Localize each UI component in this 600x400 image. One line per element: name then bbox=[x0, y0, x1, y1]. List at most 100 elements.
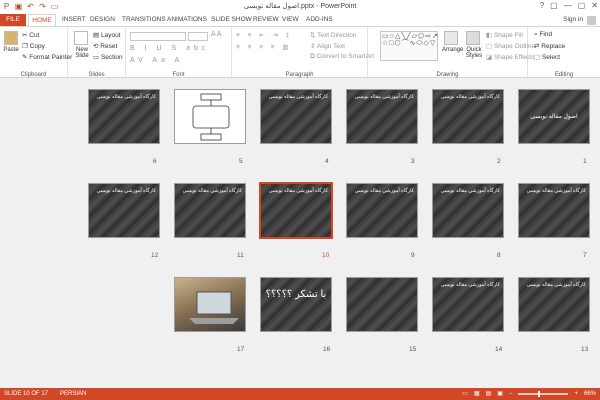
font-group: A A B I U S abc AV Aa A Font bbox=[126, 27, 232, 79]
tab-insert[interactable]: INSERT bbox=[62, 14, 86, 26]
help-icon[interactable]: ? bbox=[540, 1, 544, 10]
slide-thumbnail-7[interactable]: کارگاه آموزشی مقاله نویسی bbox=[518, 183, 590, 238]
font-style-buttons[interactable]: B I U S abc bbox=[130, 45, 209, 52]
align-text-label: Align Text bbox=[316, 43, 345, 50]
slide-thumbnail-9[interactable]: کارگاه آموزشی مقاله نویسی bbox=[346, 183, 418, 238]
slide-thumbnail-14[interactable]: کارگاه آموزشی مقاله نویسی bbox=[432, 277, 504, 332]
slide-sorter-view: اصول مقاله نویسی 1 کارگاه آموزشی مقاله ن… bbox=[0, 79, 600, 388]
language-indicator[interactable]: PERSIAN bbox=[60, 391, 86, 397]
slide-thumbnail-1[interactable]: اصول مقاله نویسی bbox=[518, 89, 590, 144]
shapes-gallery[interactable]: ▭○△╲╱▱⬠⇨↗{}☆□⬡⌒∿⬭◇▽⊏⊐⊓⊔ bbox=[380, 31, 438, 61]
close-button[interactable]: ✕ bbox=[591, 1, 598, 10]
reading-view-icon[interactable]: ▤ bbox=[486, 390, 492, 397]
account-area: Sign in bbox=[563, 14, 596, 26]
slide-title: کارگاه آموزشی مقاله نویسی bbox=[354, 94, 414, 100]
tab-view[interactable]: VIEW bbox=[282, 14, 299, 26]
slide-number: 12 bbox=[151, 252, 159, 259]
paste-button[interactable]: Paste bbox=[3, 31, 19, 53]
slide-sorter-view-icon[interactable]: ▦ bbox=[474, 390, 480, 397]
find-button[interactable]: ⌕ Find bbox=[534, 31, 552, 39]
zoom-slider[interactable] bbox=[518, 390, 569, 397]
maximize-button[interactable]: ▢ bbox=[578, 1, 586, 10]
slide-thumbnail-15[interactable] bbox=[346, 277, 418, 332]
slide-number: 6 bbox=[153, 158, 157, 165]
slide-number: 7 bbox=[583, 252, 587, 259]
convert-smartart-button[interactable]: ⧉ Convert to SmartArt bbox=[310, 53, 374, 61]
tab-file[interactable]: FILE bbox=[0, 14, 26, 26]
replace-button[interactable]: ⇄ Replace bbox=[534, 42, 565, 50]
slide-thumbnail-16[interactable]: با تشکر ؟؟؟؟؟ bbox=[260, 277, 332, 332]
slide-number-selected: 10 bbox=[322, 252, 330, 259]
list-buttons[interactable]: ≡ ≡ ⇤ ⇥ ‡ bbox=[236, 31, 292, 39]
text-direction-button[interactable]: ⇅ Text Direction bbox=[310, 31, 357, 39]
slide-thumbnail-11[interactable]: کارگاه آموزشی مقاله نویسی bbox=[174, 183, 246, 238]
cut-button[interactable]: ✂ Cut bbox=[22, 31, 39, 39]
tab-slide-show[interactable]: SLIDE SHOW bbox=[211, 14, 252, 26]
new-slide-button[interactable]: New Slide bbox=[72, 31, 90, 59]
tab-home[interactable]: HOME bbox=[28, 14, 56, 26]
slide-thumbnail-17[interactable] bbox=[174, 277, 246, 332]
find-icon: ⌕ bbox=[534, 31, 538, 38]
text-direction-icon: ⇅ bbox=[310, 32, 316, 39]
reset-button[interactable]: ⟲ Reset bbox=[93, 42, 117, 50]
zoom-out-button[interactable]: − bbox=[509, 391, 513, 397]
slide-title: کارگاه آموزشی مقاله نویسی bbox=[440, 188, 500, 194]
replace-label: Replace bbox=[541, 43, 566, 50]
layout-icon: ▤ bbox=[93, 32, 100, 39]
slide-number: 17 bbox=[237, 346, 245, 353]
zoom-level[interactable]: 66% bbox=[584, 391, 596, 397]
cut-label: Cut bbox=[29, 32, 40, 39]
shape-fill-button[interactable]: ◧ Shape Fill bbox=[486, 31, 523, 39]
normal-view-icon[interactable]: ▭ bbox=[462, 390, 468, 397]
sign-in-link[interactable]: Sign in bbox=[563, 14, 583, 26]
select-button[interactable]: ⬚ Select bbox=[534, 53, 560, 61]
slideshow-view-icon[interactable]: ▣ bbox=[497, 390, 503, 397]
editing-group: ⌕ Find ⇄ Replace ⬚ Select Editing bbox=[528, 27, 600, 79]
slide-thumbnail-13[interactable]: کارگاه آموزشی مقاله نویسی bbox=[518, 277, 590, 332]
slide-title: کارگاه آموزشی مقاله نویسی bbox=[268, 94, 328, 100]
tab-transitions[interactable]: TRANSITIONS bbox=[122, 14, 166, 26]
select-icon: ⬚ bbox=[534, 54, 541, 61]
tab-review[interactable]: REVIEW bbox=[253, 14, 279, 26]
arrange-button[interactable]: Arrange bbox=[442, 31, 463, 53]
minimize-button[interactable]: — bbox=[564, 1, 572, 10]
align-buttons[interactable]: ≡ ≡ ≡ ≡ ▥ bbox=[236, 43, 292, 51]
slide-thumbnail-5[interactable] bbox=[174, 89, 246, 144]
clipboard-group: Paste ✂ Cut ❐ Copy ✎ Format Painter Clip… bbox=[0, 27, 72, 79]
flowchart-diagram bbox=[192, 93, 230, 141]
slide-thumbnail-12[interactable]: کارگاه آموزشی مقاله نویسی bbox=[88, 183, 160, 238]
font-name-input[interactable] bbox=[130, 32, 186, 41]
layout-button[interactable]: ▤ Layout bbox=[93, 31, 121, 39]
slide-title: کارگاه آموزشی مقاله نویسی bbox=[440, 94, 500, 100]
layout-label: Layout bbox=[100, 32, 121, 39]
tab-add-ins[interactable]: ADD-INS bbox=[306, 14, 333, 26]
slide-thumbnail-8[interactable]: کارگاه آموزشی مقاله نویسی bbox=[432, 183, 504, 238]
format-painter-button[interactable]: ✎ Format Painter bbox=[22, 53, 72, 61]
copy-button[interactable]: ❐ Copy bbox=[22, 42, 45, 50]
zoom-in-button[interactable]: + bbox=[574, 391, 578, 397]
section-button[interactable]: ▭ Section bbox=[93, 53, 123, 61]
find-label: Find bbox=[539, 31, 553, 38]
grow-font-icon[interactable]: A A bbox=[211, 31, 222, 38]
smartart-icon: ⧉ bbox=[310, 53, 315, 60]
ribbon-tabs: FILE HOME INSERT DESIGN TRANSITIONS ANIM… bbox=[0, 14, 600, 26]
tab-animations[interactable]: ANIMATIONS bbox=[167, 14, 207, 26]
zoom-slider-thumb[interactable] bbox=[538, 390, 541, 397]
avatar[interactable] bbox=[587, 15, 596, 25]
tab-design[interactable]: DESIGN bbox=[90, 14, 115, 26]
slide-thumbnail-2[interactable]: کارگاه آموزشی مقاله نویسی bbox=[432, 89, 504, 144]
slide-thumbnail-3[interactable]: کارگاه آموزشی مقاله نویسی bbox=[346, 89, 418, 144]
align-text-button[interactable]: ⇕ Align Text bbox=[310, 42, 345, 50]
font-color-buttons[interactable]: AV Aa A bbox=[130, 57, 183, 64]
ribbon-display-icon[interactable]: ▢ bbox=[550, 1, 558, 10]
window-controls: ? ▢ — ▢ ✕ bbox=[540, 1, 598, 10]
font-size-input[interactable] bbox=[188, 32, 208, 41]
brush-icon: ✎ bbox=[22, 54, 28, 61]
slide-title: با تشکر ؟؟؟؟؟ bbox=[265, 289, 327, 300]
quick-styles-button[interactable]: Quick Styles bbox=[463, 31, 483, 59]
shape-effects-icon: ◪ bbox=[486, 54, 493, 61]
slide-title: کارگاه آموزشی مقاله نویسی bbox=[96, 188, 156, 194]
slide-thumbnail-6[interactable]: کارگاه آموزشی مقاله نویسی bbox=[88, 89, 160, 144]
slide-thumbnail-4[interactable]: کارگاه آموزشی مقاله نویسی bbox=[260, 89, 332, 144]
slide-thumbnail-10[interactable]: کارگاه آموزشی مقاله نویسی bbox=[259, 182, 333, 239]
